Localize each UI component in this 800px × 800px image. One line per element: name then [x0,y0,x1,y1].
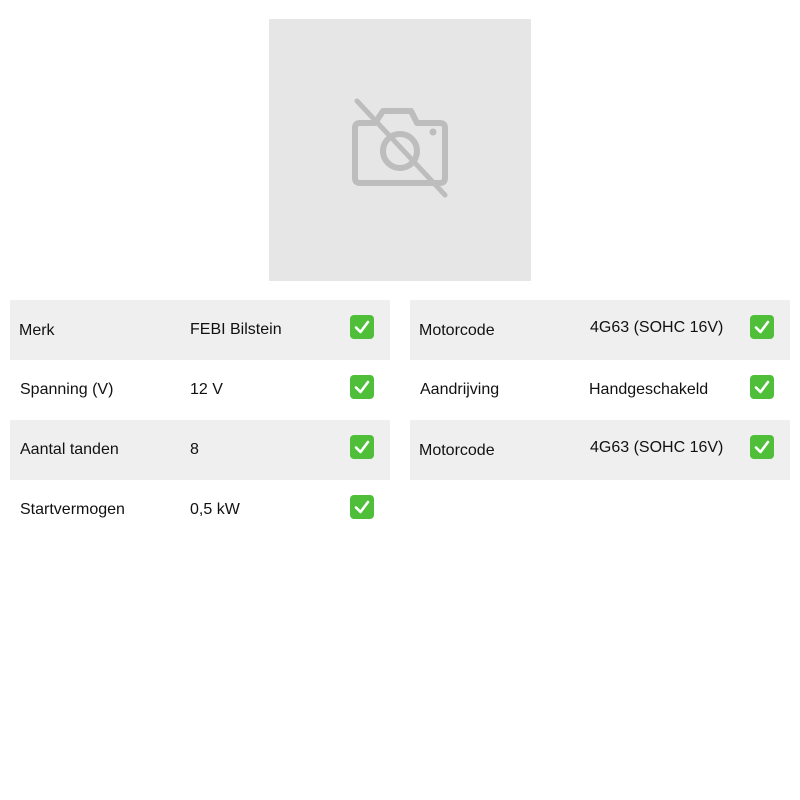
spec-row-merk: Merk FEBI Bilstein [10,300,390,360]
spec-row-startvermogen: Startvermogen 0,5 kW [10,480,390,540]
spec-row-motorcode: Motorcode 4G63 (SOHC 16V) [410,300,790,360]
spec-label: Motorcode [419,442,495,459]
spec-value: FEBI Bilstein [190,321,282,338]
spec-label: Motorcode [419,322,495,339]
spec-label: Spanning (V) [20,381,114,398]
spec-row-aandrijving: Aandrijving Handgeschakeld [410,360,790,420]
check-icon [350,375,374,399]
spec-row-motorcode: Motorcode 4G63 (SOHC 16V) [410,420,790,480]
spec-value: 0,5 kW [190,501,240,518]
check-icon [350,315,374,339]
check-icon [350,435,374,459]
spec-value: 12 V [190,381,223,398]
spec-table-left: Merk FEBI Bilstein Spanning (V) 12 V Aan… [10,300,390,540]
check-icon [750,435,774,459]
no-camera-icon [352,98,448,198]
check-icon [750,375,774,399]
spec-value: 4G63 (SOHC 16V) [590,439,724,456]
spec-label: Aantal tanden [20,441,119,458]
page: Merk FEBI Bilstein Spanning (V) 12 V Aan… [0,0,800,800]
spec-label: Aandrijving [420,381,500,398]
spec-label: Merk [19,322,55,339]
product-image-placeholder [269,19,531,281]
spec-table-right: Motorcode 4G63 (SOHC 16V) Aandrijving Ha… [410,300,790,480]
spec-value: Handgeschakeld [589,381,709,398]
spec-value: 8 [190,441,199,458]
check-icon [350,495,374,519]
spec-value: 4G63 (SOHC 16V) [590,319,724,336]
check-icon [750,315,774,339]
spec-label: Startvermogen [20,501,125,518]
spec-row-aantal-tanden: Aantal tanden 8 [10,420,390,480]
spec-row-spanning: Spanning (V) 12 V [10,360,390,420]
